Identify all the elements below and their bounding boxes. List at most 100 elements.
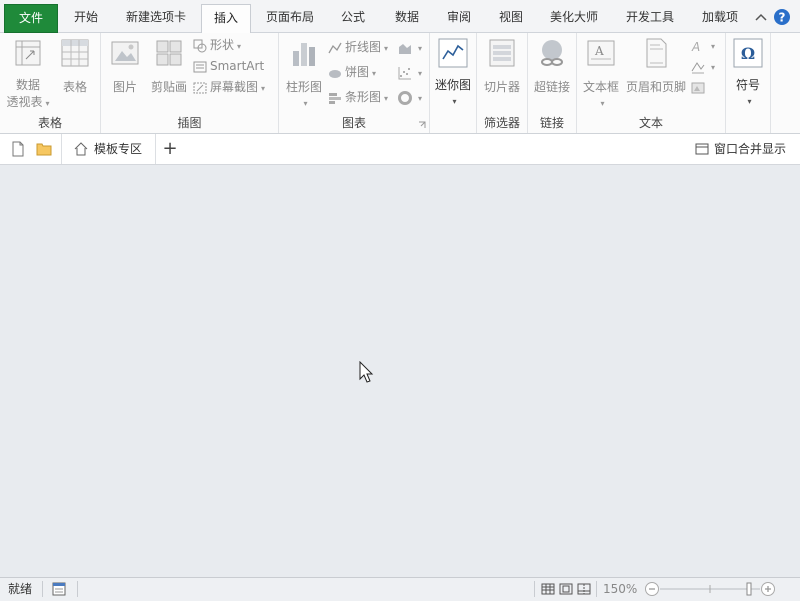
pivot-table-button[interactable]: 数据 透视表 ▾	[4, 37, 52, 110]
tab-data[interactable]: 数据	[384, 4, 430, 31]
doughnut-chart-icon	[398, 90, 412, 105]
object-button[interactable]	[691, 77, 708, 97]
bar-chart-icon	[329, 92, 341, 104]
textbox-icon: A	[587, 40, 615, 66]
clipart-icon	[156, 40, 182, 66]
tab-page-layout[interactable]: 页面布局	[258, 4, 322, 31]
tab-insert[interactable]: 插入	[201, 4, 251, 34]
template-zone-label: 模板专区	[94, 142, 143, 156]
column-chart-button[interactable]: 柱形图 ▾	[281, 37, 327, 109]
status-ready: 就绪	[8, 582, 33, 596]
symbol-label: 符号	[735, 78, 760, 92]
svg-text:A: A	[594, 44, 604, 58]
page-break-view-icon[interactable]	[577, 583, 591, 595]
status-divider	[42, 581, 43, 597]
add-tab-button[interactable]: +	[160, 138, 180, 160]
group-label-text: 文本	[638, 116, 663, 130]
group-tables: 数据 透视表 ▾ 表格 表格	[0, 33, 101, 133]
quick-toolbar: 模板专区 + 窗口合并显示	[0, 134, 800, 165]
pie-chart-button[interactable]: 饼图 ▾	[328, 62, 376, 82]
other-charts-button[interactable]: ▾	[398, 87, 422, 107]
bar-chart-button[interactable]: 条形图 ▾	[328, 87, 388, 107]
picture-button[interactable]: 图片	[105, 37, 145, 95]
shapes-icon	[193, 39, 207, 52]
textbox-button[interactable]: A 文本框 ▾	[579, 37, 623, 109]
normal-view-icon[interactable]	[541, 583, 555, 595]
group-label-links: 链接	[539, 116, 564, 130]
symbol-caret: ▾	[747, 97, 752, 106]
status-divider-3	[534, 581, 535, 597]
chart-dialog-launcher-icon[interactable]	[418, 121, 426, 129]
wordart-button[interactable]: A ▾	[691, 35, 715, 55]
zoom-out-icon[interactable]	[645, 582, 659, 596]
svg-text:A: A	[691, 40, 700, 53]
group-label-charts: 图表	[341, 116, 366, 130]
area-chart-button[interactable]: ▾	[398, 37, 422, 57]
group-illustrations: 图片 剪贴画 形状 ▾ SmartArt 屏幕截图 ▾ 插图	[101, 33, 279, 133]
symbol-button[interactable]: Ω 符号 ▾	[730, 37, 766, 107]
zoom-in-icon[interactable]	[761, 582, 775, 596]
header-footer-button[interactable]: 页眉和页脚	[625, 37, 687, 95]
svg-text:?: ?	[779, 11, 786, 25]
tab-home[interactable]: 开始	[64, 4, 108, 31]
signature-line-button[interactable]: ▾	[691, 56, 715, 76]
line-chart-button[interactable]: 折线图 ▾	[328, 37, 388, 57]
tab-developer[interactable]: 开发工具	[618, 4, 682, 31]
smartart-button[interactable]: SmartArt	[193, 56, 264, 76]
table-label: 表格	[62, 80, 87, 94]
group-symbols: Ω 符号 ▾	[726, 33, 771, 133]
line-chart-icon	[328, 42, 342, 53]
sparkline-icon	[438, 38, 468, 68]
status-divider-4	[596, 581, 597, 597]
tab-beautify[interactable]: 美化大师	[540, 4, 608, 31]
sparkline-caret: ▾	[452, 97, 457, 106]
tab-addins[interactable]: 加载项	[692, 4, 748, 31]
toolbar-divider-2	[155, 134, 156, 164]
sparkline-button[interactable]: 迷你图 ▾	[432, 37, 474, 107]
table-icon	[61, 39, 89, 67]
group-text: A 文本框 ▾ 页眉和页脚 A ▾ ▾ 文本	[577, 33, 726, 133]
page-layout-view-icon[interactable]	[559, 583, 573, 595]
hyperlink-icon	[541, 40, 563, 66]
merge-windows-button[interactable]: 窗口合并显示	[695, 134, 786, 164]
ribbon-tab-bar: 文件 开始 新建选项卡 插入 页面布局 公式 数据 审阅 视图 美化大师 开发工…	[0, 0, 800, 34]
textbox-caret: ▾	[600, 99, 605, 108]
macro-record-icon[interactable]	[52, 582, 66, 596]
mouse-pointer-icon	[359, 361, 374, 383]
clipart-button[interactable]: 剪贴画	[147, 37, 191, 95]
window-icon	[695, 143, 709, 155]
tab-review[interactable]: 审阅	[436, 4, 482, 31]
pie-chart-icon	[329, 69, 341, 78]
pivot-label-2: 透视表 ▾	[6, 95, 50, 109]
tab-new-tab[interactable]: 新建选项卡	[118, 4, 194, 31]
hyperlink-button[interactable]: 超链接	[530, 37, 574, 95]
tab-file[interactable]: 文件	[4, 4, 58, 33]
zoom-thumb[interactable]	[746, 582, 752, 596]
group-label-filter: 筛选器	[483, 116, 520, 130]
help-icon[interactable]: ?	[774, 9, 790, 25]
merge-windows-label: 窗口合并显示	[713, 142, 786, 156]
tab-formulas[interactable]: 公式	[330, 4, 376, 31]
zoom-slider[interactable]	[644, 581, 776, 597]
workspace-area[interactable]	[0, 165, 800, 577]
template-zone-tab[interactable]: 模板专区	[66, 134, 150, 164]
scatter-chart-icon	[398, 66, 411, 79]
collapse-ribbon-icon[interactable]	[755, 13, 767, 21]
new-file-icon[interactable]	[11, 141, 25, 157]
svg-text:Ω: Ω	[741, 44, 755, 63]
shapes-button[interactable]: 形状 ▾	[193, 35, 241, 55]
zoom-level[interactable]: 150%	[603, 578, 637, 600]
home-icon	[74, 142, 88, 156]
tab-view[interactable]: 视图	[488, 4, 534, 31]
column-chart-icon	[293, 43, 315, 66]
screenshot-button[interactable]: 屏幕截图 ▾	[193, 77, 265, 97]
column-chart-label: 柱形图	[285, 80, 322, 94]
slicer-button[interactable]: 切片器	[479, 37, 525, 95]
ribbon-insert: 数据 透视表 ▾ 表格 表格 图片 剪贴画 形状 ▾ SmartArt 屏幕截图…	[0, 33, 800, 134]
status-divider-2	[77, 581, 78, 597]
pivot-label-1: 数据	[15, 78, 40, 92]
scatter-chart-button[interactable]: ▾	[398, 62, 422, 82]
open-folder-icon[interactable]	[36, 142, 52, 156]
textbox-label: 文本框	[582, 80, 619, 94]
table-button[interactable]: 表格	[54, 37, 96, 95]
